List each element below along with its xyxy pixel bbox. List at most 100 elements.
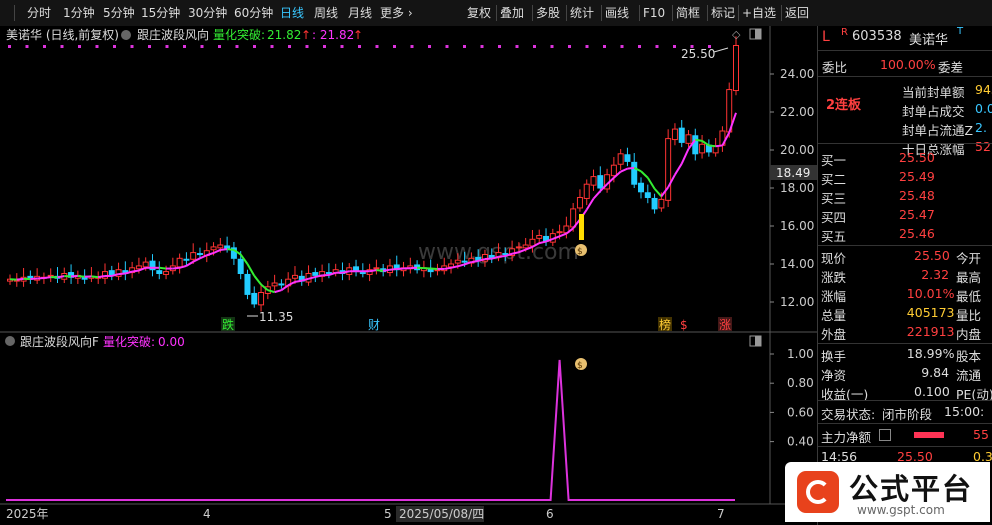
candle [515, 246, 522, 249]
seal-label: 封单占成交 [902, 104, 965, 119]
bid-price: 25.46 [899, 226, 935, 241]
toolbar-tab-8[interactable]: 月线 [348, 0, 372, 26]
candle [651, 197, 658, 210]
weibi-value: 100.00% [880, 57, 936, 72]
candle [583, 183, 590, 199]
sub-tick: 1.00 [787, 347, 814, 361]
candle [373, 267, 380, 270]
toolbar-tab-7[interactable]: 周线 [314, 0, 338, 26]
candle [359, 272, 366, 275]
candle [678, 127, 685, 143]
candle [644, 192, 651, 198]
seal-label: 封单占流通Z [902, 123, 974, 138]
candle [183, 258, 190, 261]
stats-value: 18.99% [906, 346, 955, 361]
r-mark: R [841, 27, 848, 38]
list-icon[interactable] [879, 429, 891, 441]
indicator-name: 跟庄波段风向 [137, 27, 209, 42]
toolbar-tab-4[interactable]: 30分钟 [188, 0, 227, 26]
bid-price: 25.50 [899, 150, 935, 165]
marker-cai: 财 [368, 318, 380, 332]
high-annotation: 25.50 [681, 47, 715, 61]
signal-value-1: 21.82 [267, 28, 301, 42]
toolbar-btn-2[interactable]: 多股 [536, 0, 560, 26]
seal-value: 945 [975, 82, 992, 97]
stats-label: 净资 [821, 368, 847, 383]
flow-bar [914, 432, 944, 438]
trade-status-value: 闭市阶段 [882, 407, 933, 422]
toolbar-btn-1[interactable]: 叠加 [500, 0, 524, 26]
marker-bang: 榜 [659, 317, 671, 332]
toolbar-btn-3[interactable]: 统计 [570, 0, 594, 26]
candle [576, 197, 583, 209]
quote-label: 外盘 [821, 327, 847, 342]
toolbar-tab-2[interactable]: 5分钟 [103, 0, 135, 26]
toolbar-btn-4[interactable]: 画线 [605, 0, 629, 26]
toolbar-tab-1[interactable]: 1分钟 [63, 0, 95, 26]
stats-value: 0.100 [914, 384, 950, 399]
price-tick: 12.00 [780, 295, 814, 309]
price-tick: 22.00 [780, 105, 814, 119]
toolbar-btn-7[interactable]: 标记 [711, 0, 735, 26]
stats-label: 换手 [821, 349, 847, 364]
toolbar-tab-6[interactable]: 日线 [280, 0, 304, 26]
quote-label-2: 最低 [956, 289, 982, 304]
toolbar-btn-9[interactable]: 返回 [785, 0, 809, 26]
market-mark: L [822, 29, 830, 45]
toolbar-btn-0[interactable]: 复权 [467, 0, 491, 26]
bid-price: 25.47 [899, 207, 935, 222]
candle [610, 164, 617, 177]
toolbar-btn-8[interactable]: +自选 [742, 0, 776, 26]
seal-value: 2. [975, 120, 987, 135]
candle [733, 45, 739, 92]
candle [312, 272, 319, 276]
brand-url: www.gspt.com [857, 503, 945, 517]
stock-label: 美诺华 (日线,前复权) [6, 27, 119, 42]
kline-chart[interactable]: www.gspt.com 24.0022.0020.0018.0016.0014… [0, 26, 817, 525]
time-tick: 6 [546, 507, 554, 521]
candle [135, 265, 142, 270]
quote-value: 10.01% [906, 286, 955, 301]
stock-code: 603538 [852, 29, 902, 44]
candle [142, 261, 149, 268]
quote-label-2: 内盘 [956, 327, 982, 342]
time-tick: 5 [384, 507, 392, 521]
toolbar-tab-0[interactable]: 分时 [27, 0, 51, 26]
bid-label: 买四 [821, 210, 847, 225]
toolbar-tab-3[interactable]: 15分钟 [141, 0, 180, 26]
signal-value-2: : 21.82 [312, 28, 354, 42]
candle [258, 292, 265, 306]
candle [631, 161, 638, 185]
quote-label-2: 最高 [956, 270, 982, 285]
toolbar-tab-9[interactable]: 更多 › [380, 0, 413, 26]
candle [251, 292, 258, 305]
toolbar-btn-5[interactable]: F10 [643, 0, 665, 26]
candle [692, 135, 699, 155]
candle [617, 153, 624, 165]
trade-time: 15:00: [944, 404, 985, 419]
stock-name: 美诺华 [909, 33, 949, 48]
toolbar-tab-5[interactable]: 60分钟 [234, 0, 273, 26]
price-tick: 14.00 [780, 257, 814, 271]
stats-label-2: 股本 [956, 349, 982, 364]
trade-status-label: 交易状态: [821, 407, 876, 422]
candle [210, 246, 217, 251]
quote-value: 25.50 [914, 248, 950, 263]
candle [522, 244, 529, 249]
candle [291, 274, 298, 279]
bid-price: 25.49 [899, 169, 935, 184]
up-arrow-icon: ↑ [353, 28, 363, 42]
bid-label: 买一 [821, 153, 847, 168]
quote-panel: L R 603538 美诺华 T 委比 100.00% 委差 2连板 当前封单额… [817, 26, 992, 525]
toolbar-btn-6[interactable]: 简框 [676, 0, 700, 26]
candle [176, 257, 183, 268]
svg-text:$: $ [577, 247, 583, 257]
t-mark: T [957, 26, 964, 37]
sub-tick: 0.80 [787, 376, 814, 390]
up-arrow-icon: ↑ [301, 28, 311, 42]
current-price-tag: 18.49 [776, 166, 810, 180]
signal-label: 量化突破: [213, 27, 265, 42]
candle [671, 128, 678, 141]
stats-value: 9.84 [921, 365, 950, 380]
candle [244, 273, 251, 295]
